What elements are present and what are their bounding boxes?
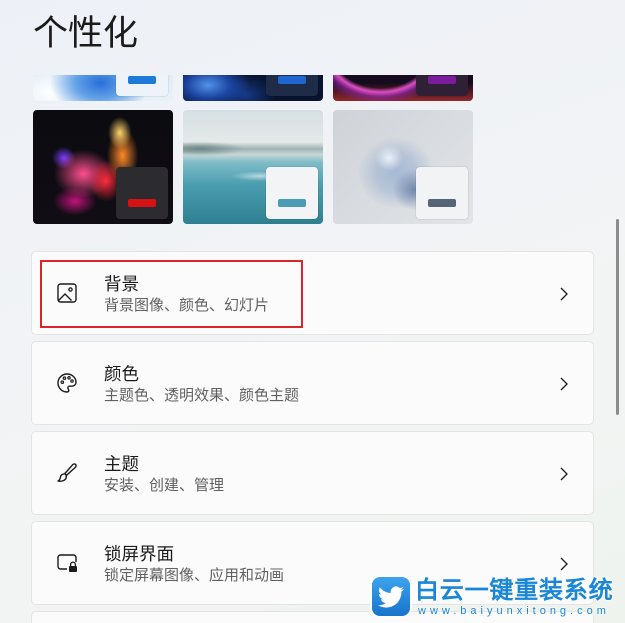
image-icon (57, 283, 77, 303)
settings-item-subtitle: 主题色、透明效果、颜色主题 (104, 386, 300, 404)
settings-item-title: 主题 (104, 455, 139, 475)
chevron-right-icon (560, 557, 568, 571)
bird-logo-icon (372, 577, 410, 616)
watermark: 白云一键重装系统 www.baiyunxitong.com (372, 576, 617, 620)
theme-accent-bar (128, 76, 156, 84)
settings-item-themes[interactable]: 主题 安装、创建、管理 (31, 431, 594, 515)
theme-preview-window (416, 75, 468, 96)
settings-item-subtitle: 背景图像、颜色、幻灯片 (104, 296, 270, 314)
settings-item-subtitle: 安装、创建、管理 (104, 476, 225, 494)
theme-preview-window (416, 167, 468, 219)
theme-thumbnail-2[interactable] (183, 75, 323, 101)
theme-preview-window (116, 167, 168, 219)
watermark-brand-text: 白云一键重装系统 (415, 576, 614, 604)
theme-thumbnail-3[interactable] (333, 75, 473, 101)
settings-list: 背景 背景图像、颜色、幻灯片 颜色 主题色、透明效果、颜色主题 主题 安装、创建… (0, 251, 612, 623)
theme-accent-bar (278, 199, 306, 207)
palette-icon (57, 373, 77, 393)
brush-icon (57, 463, 77, 482)
theme-accent-bar (428, 76, 456, 84)
theme-thumbnail-6[interactable] (333, 110, 473, 224)
theme-preview-window (266, 75, 318, 96)
watermark-url-text: www.baiyunxitong.com (418, 605, 610, 617)
themes-grid (0, 75, 612, 224)
chevron-right-icon (560, 377, 568, 391)
theme-accent-bar (128, 199, 156, 207)
bird-icon (378, 586, 404, 608)
settings-item-title: 锁屏界面 (104, 545, 174, 565)
theme-accent-bar (278, 76, 306, 84)
theme-accent-bar (428, 199, 456, 207)
chevron-right-icon (560, 467, 568, 481)
settings-item-subtitle: 锁定屏幕图像、应用和动画 (104, 566, 285, 584)
settings-window: 个性化 背景 背景图像、颜色、幻灯片 颜色 主题色、透明效果、颜色主题 主题 安… (0, 0, 625, 623)
settings-item-title: 颜色 (104, 365, 139, 385)
content-scroll-area: 背景 背景图像、颜色、幻灯片 颜色 主题色、透明效果、颜色主题 主题 安装、创建… (0, 75, 612, 623)
theme-thumbnail-1[interactable] (33, 75, 173, 101)
settings-item-colors[interactable]: 颜色 主题色、透明效果、颜色主题 (31, 341, 594, 425)
theme-thumbnail-5[interactable] (183, 110, 323, 224)
settings-item-title: 背景 (104, 275, 139, 295)
settings-item-background[interactable]: 背景 背景图像、颜色、幻灯片 (31, 251, 594, 335)
theme-preview-window (266, 167, 318, 219)
theme-preview-window (116, 75, 168, 96)
lock-screen-icon (57, 554, 77, 572)
page-title: 个性化 (33, 14, 139, 54)
theme-thumbnail-4[interactable] (33, 110, 173, 224)
vertical-scrollbar[interactable] (616, 219, 619, 415)
chevron-right-icon (560, 287, 568, 301)
